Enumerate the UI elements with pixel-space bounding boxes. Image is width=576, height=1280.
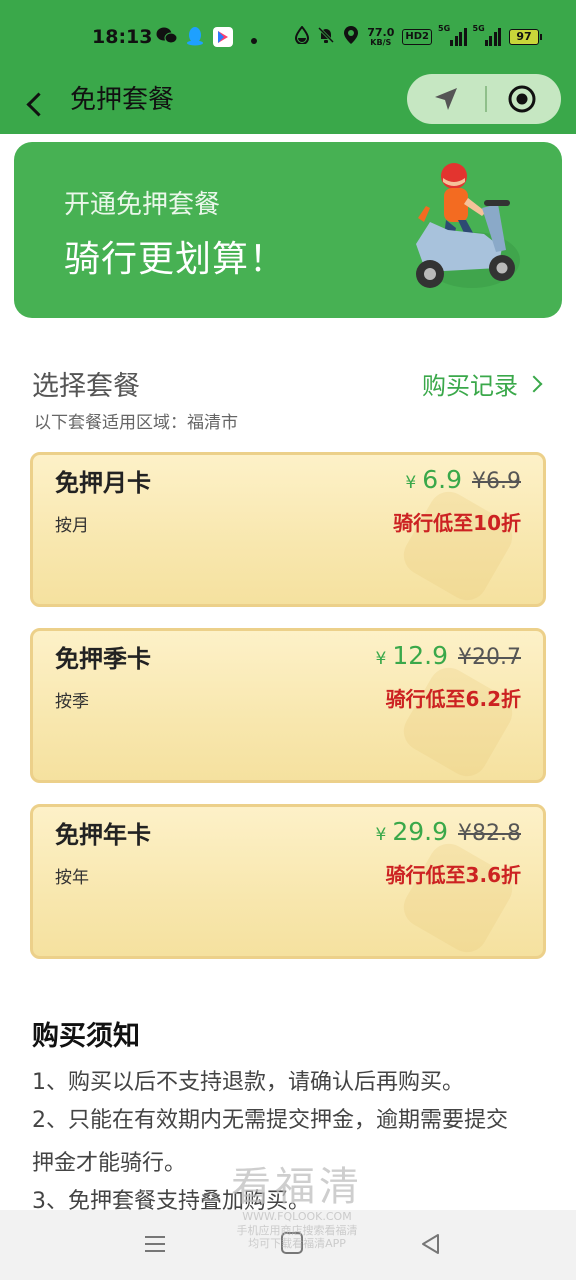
currency-symbol: ¥: [375, 825, 387, 845]
package-period: 按月: [55, 516, 89, 536]
package-period: 按季: [55, 692, 89, 712]
package-card-yearly[interactable]: 免押年卡 按年 ¥ 29.9 ¥82.8 骑行低至3.6折: [30, 804, 546, 959]
water-drop-icon: [295, 25, 310, 48]
currency-symbol: ¥: [405, 473, 417, 493]
section-title: 选择套餐: [32, 371, 140, 402]
capsule-divider: [485, 86, 487, 112]
mute-icon: [317, 26, 335, 48]
menu-icon[interactable]: [143, 1234, 167, 1254]
banner-subtitle: 开通免押套餐: [64, 190, 221, 220]
package-period: 按年: [55, 868, 89, 888]
wechat-icon: [156, 26, 178, 51]
home-icon[interactable]: [281, 1232, 303, 1254]
region-note: 以下套餐适用区域：福清市: [34, 413, 238, 433]
package-prices: ¥ 29.9 ¥82.8: [376, 817, 521, 846]
package-name: 免押年卡: [55, 821, 151, 849]
system-navigation-bar: [0, 1210, 576, 1280]
package-discount: 骑行低至10折: [393, 511, 521, 535]
purchase-records-link[interactable]: 购买记录: [422, 366, 543, 401]
package-discount: 骑行低至6.2折: [385, 687, 521, 711]
app-icon: [212, 26, 234, 53]
net-speed: 77.0 KB/S: [367, 26, 395, 47]
signal-sim2-icon: 5G: [473, 24, 501, 46]
notice-line: 1、购买以后不支持退款，请确认后再购买。: [32, 1070, 464, 1095]
battery-icon: 97: [509, 29, 542, 45]
package-price: 6.9: [422, 465, 463, 494]
package-prices: ¥ 6.9 ¥6.9: [405, 465, 521, 494]
notice-line: 2、只能在有效期内无需提交押金，逾期需要提交: [32, 1108, 508, 1133]
package-price: 12.9: [392, 641, 449, 670]
qq-icon: [186, 26, 204, 51]
package-discount: 骑行低至3.6折: [385, 863, 521, 887]
package-original-price: ¥82.8: [458, 821, 521, 846]
records-link-label: 购买记录: [422, 372, 518, 400]
banner-title: 骑行更划算！: [64, 239, 287, 280]
back-button[interactable]: [20, 82, 56, 122]
promo-banner[interactable]: 开通免押套餐 骑行更划算！: [14, 142, 562, 318]
status-time: 18:13: [92, 26, 153, 48]
package-price: 29.9: [392, 817, 449, 846]
package-name: 免押季卡: [55, 645, 151, 673]
notice-title: 购买须知: [32, 1021, 140, 1052]
signal-sim1-icon: 5G: [438, 24, 467, 46]
package-prices: ¥ 12.9 ¥20.7: [376, 641, 521, 670]
navigation-arrow-icon[interactable]: [431, 84, 461, 114]
chevron-right-icon: [525, 375, 543, 392]
mini-program-capsule: [407, 74, 561, 124]
close-target-icon[interactable]: [507, 84, 537, 114]
back-triangle-icon[interactable]: [418, 1231, 444, 1257]
dot-icon: [250, 30, 258, 50]
app-header: 免押套餐: [0, 70, 576, 134]
package-card-monthly[interactable]: 免押月卡 按月 ¥ 6.9 ¥6.9 骑行低至10折: [30, 452, 546, 607]
package-original-price: ¥20.7: [458, 645, 521, 670]
package-original-price: ¥6.9: [472, 469, 521, 494]
scooter-rider-illustration: [386, 148, 546, 308]
status-bar: 18:13 77.0 KB/S HD2 5G 5G 97: [0, 0, 576, 70]
location-icon: [343, 25, 359, 49]
currency-symbol: ¥: [375, 649, 387, 669]
hd-badge: HD2: [402, 29, 432, 45]
package-card-quarterly[interactable]: 免押季卡 按季 ¥ 12.9 ¥20.7 骑行低至6.2折: [30, 628, 546, 783]
status-right-group: 77.0 KB/S HD2 5G 5G 97: [295, 24, 542, 49]
page-title: 免押套餐: [70, 85, 175, 115]
package-name: 免押月卡: [55, 469, 151, 497]
notice-line: 押金才能骑行。: [32, 1151, 187, 1176]
